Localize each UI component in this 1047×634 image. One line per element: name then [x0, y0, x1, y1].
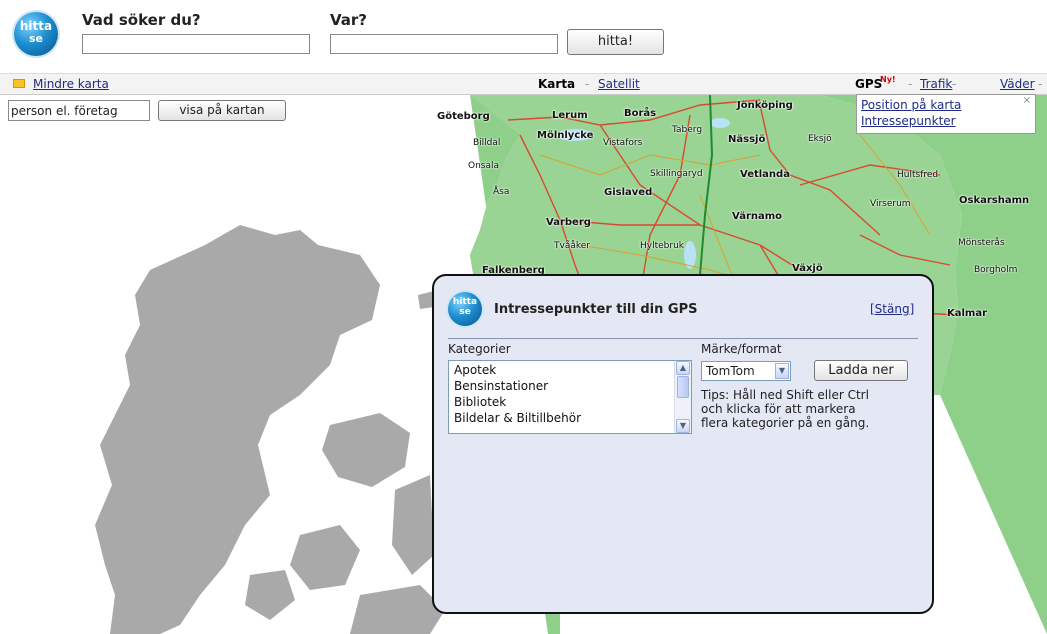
town-label: Vistafors: [603, 138, 643, 148]
town-label: Växjö: [792, 263, 823, 274]
where-search-input[interactable]: [330, 34, 558, 54]
tips-line: flera kategorier på en gång.: [701, 416, 870, 430]
town-label: Virserum: [870, 199, 911, 209]
town-label: Lerum: [552, 110, 588, 121]
brand-select[interactable]: TomTom ▼: [701, 361, 791, 381]
town-label: Borgholm: [974, 265, 1018, 275]
scroll-up-icon[interactable]: ▲: [676, 361, 690, 375]
hitta-logo[interactable]: hitta se: [14, 12, 58, 56]
town-label: Vetlanda: [740, 169, 790, 180]
categories-label: Kategorier: [448, 342, 511, 356]
poi-dialog: hitta se Intressepunkter till din GPS [S…: [432, 274, 934, 614]
list-item[interactable]: Bibliotek: [454, 395, 506, 409]
flag-icon: [13, 79, 25, 88]
lake: [710, 118, 730, 128]
town-label: Eksjö: [808, 134, 832, 144]
town-label: Onsala: [468, 161, 500, 171]
gps-label[interactable]: GPS: [855, 77, 882, 91]
hitta-logo: hitta se: [448, 292, 482, 326]
town-label: Varberg: [546, 217, 591, 228]
separator: -: [1038, 77, 1043, 91]
categories-listbox[interactable]: Apotek Bensinstationer Bibliotek Bildela…: [448, 360, 692, 434]
traffic-link[interactable]: Trafik: [920, 77, 952, 91]
smaller-map-link[interactable]: Mindre karta: [33, 77, 109, 91]
map-view-label[interactable]: Karta: [538, 77, 575, 91]
town-label: Gislaved: [604, 187, 653, 198]
town-label: Hultsfred: [897, 170, 939, 180]
person-company-input[interactable]: [8, 100, 150, 121]
separator: -: [952, 77, 957, 91]
chevron-down-icon[interactable]: ▼: [775, 363, 789, 379]
town-label: Borås: [624, 108, 657, 119]
download-button[interactable]: Ladda ner: [814, 360, 908, 381]
list-item[interactable]: Bensinstationer: [454, 379, 548, 393]
town-label: Kalmar: [947, 308, 988, 319]
town-label: Nässjö: [728, 134, 766, 145]
satellite-link[interactable]: Satellit: [598, 77, 640, 91]
separator: -: [908, 77, 913, 91]
town-label: Oskarshamn: [959, 195, 1030, 206]
header: hitta se Vad söker du? Var? hitta!: [0, 0, 1047, 73]
close-icon[interactable]: ×: [1023, 95, 1031, 106]
dialog-close-link[interactable]: [Stäng]: [870, 302, 914, 316]
tips-line: och klicka för att markera: [701, 402, 856, 416]
list-item[interactable]: Apotek: [454, 363, 496, 377]
town-label: Mölnlycke: [537, 130, 594, 141]
separator: -: [585, 77, 590, 91]
denmark-island: [322, 413, 410, 487]
denmark-island: [350, 585, 445, 634]
divider: [448, 338, 918, 339]
scroll-thumb[interactable]: [677, 376, 689, 398]
denmark-zealand: [392, 475, 434, 575]
menu-item-points-of-interest[interactable]: Intressepunkter: [861, 114, 956, 128]
new-badge: Ny!: [880, 75, 896, 84]
map-toolbar: Mindre karta Karta - Satellit GPS Ny! - …: [0, 73, 1047, 95]
scroll-down-icon[interactable]: ▼: [676, 419, 690, 433]
weather-link[interactable]: Väder: [1000, 77, 1035, 91]
map-search-row: visa på kartan: [0, 97, 298, 123]
search-button[interactable]: hitta!: [567, 29, 664, 55]
show-on-map-button[interactable]: visa på kartan: [158, 100, 286, 121]
town-label: Skillingaryd: [650, 169, 703, 179]
brand-format-label: Märke/format: [701, 342, 782, 356]
what-label: Vad söker du?: [82, 11, 201, 29]
town-label: Mönsterås: [958, 238, 1005, 248]
town-label: Jönköping: [737, 100, 793, 111]
list-item[interactable]: Bildelar & Biltillbehör: [454, 411, 581, 425]
town-label: Taberg: [672, 125, 703, 135]
dialog-title: Intressepunkter till din GPS: [494, 302, 698, 317]
listbox-scrollbar[interactable]: ▲ ▼: [674, 361, 691, 433]
brand-selected-value: TomTom: [706, 364, 755, 378]
denmark-island: [290, 525, 360, 590]
gps-dropdown-menu: Position på karta Intressepunkter ×: [856, 94, 1036, 134]
town-label: Billdal: [473, 138, 501, 148]
what-search-input[interactable]: [82, 34, 310, 54]
town-label: Hyltebruk: [640, 241, 684, 251]
tips-line: Tips: Håll ned Shift eller Ctrl: [701, 388, 869, 402]
denmark-island: [245, 570, 295, 620]
menu-item-position-on-map[interactable]: Position på karta: [861, 98, 961, 112]
town-label: Värnamo: [732, 211, 783, 222]
tips-text: Tips: Håll ned Shift eller Ctrl och klic…: [701, 388, 869, 430]
town-label: Tvååker: [554, 241, 590, 251]
where-label: Var?: [330, 11, 368, 29]
town-label: Åsa: [493, 187, 510, 197]
town-label: Göteborg: [437, 111, 490, 122]
